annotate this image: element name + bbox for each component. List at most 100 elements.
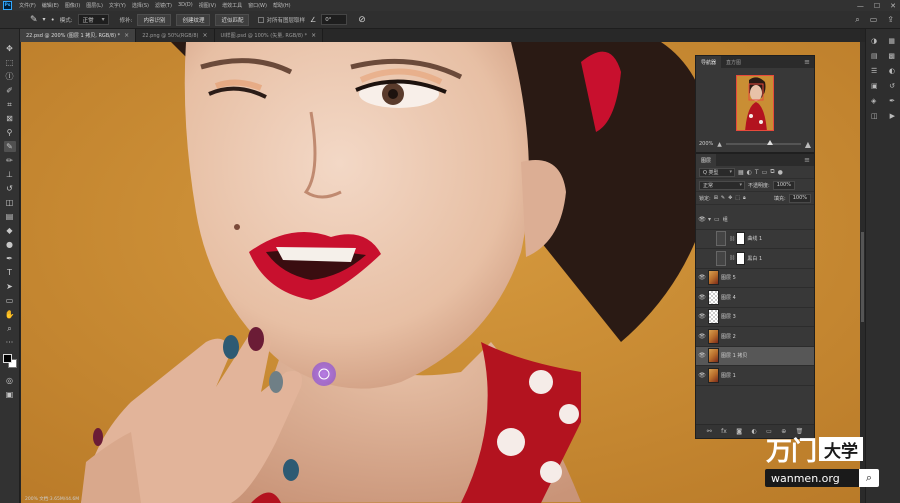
- frame-icon[interactable]: ⊠: [4, 113, 16, 124]
- zoom-slider[interactable]: [725, 140, 801, 145]
- type-icon[interactable]: T: [4, 267, 16, 278]
- eye-icon[interactable]: 👁︎: [696, 352, 708, 359]
- menu-item[interactable]: 3D(D): [175, 2, 196, 9]
- chevron-down-icon[interactable]: ▾: [708, 216, 711, 223]
- chain-icon[interactable]: ⛓︎: [729, 255, 735, 261]
- menu-item[interactable]: 帮助(H): [270, 2, 294, 9]
- smart-filter-icon[interactable]: ⧉: [770, 168, 774, 176]
- minimize-icon[interactable]: —: [857, 2, 864, 10]
- history-brush-icon[interactable]: ↺: [4, 183, 16, 194]
- share-icon[interactable]: ⇪: [887, 15, 894, 25]
- eye-icon[interactable]: 👁︎: [696, 372, 708, 379]
- channels-icon[interactable]: ◈: [871, 97, 876, 105]
- patch-icon[interactable]: ✎: [3, 141, 16, 152]
- menu-item[interactable]: 视图(V): [196, 2, 219, 9]
- layer-row[interactable]: 👁︎ 图层 2: [696, 327, 814, 347]
- marquee-icon[interactable]: ⬚: [4, 57, 16, 68]
- more-icon[interactable]: ···: [4, 337, 16, 348]
- mask-icon[interactable]: ◙: [736, 428, 742, 435]
- zoom-out-icon[interactable]: ▲: [717, 141, 722, 148]
- zoom-in-icon[interactable]: ▲: [805, 140, 811, 149]
- eye-icon[interactable]: 👁︎: [696, 333, 708, 340]
- create-texture-button[interactable]: 创建纹理: [176, 13, 211, 26]
- layer-row[interactable]: 👁︎ ⛓︎ 曲线 1: [696, 230, 814, 249]
- dodge-icon[interactable]: ●: [4, 239, 16, 250]
- sample-all-layers-checkbox[interactable]: 对所有图层取样: [258, 16, 305, 24]
- panel-scrollbar-thumb[interactable]: [861, 232, 864, 322]
- type-filter-icon[interactable]: T: [755, 169, 759, 176]
- gradient-icon[interactable]: ▤: [4, 211, 16, 222]
- menu-item[interactable]: 滤镜(T): [152, 2, 175, 9]
- crop-icon[interactable]: ⌗: [4, 99, 16, 110]
- tab-layers[interactable]: 图层: [696, 154, 717, 166]
- hand-icon[interactable]: ✋: [4, 309, 16, 320]
- eye-icon[interactable]: 👁︎: [696, 274, 708, 281]
- tab-22-png[interactable]: 22.png @ 50%(RGB/8) ×: [136, 29, 215, 42]
- link-icon[interactable]: ⚯: [707, 428, 712, 435]
- menu-item[interactable]: 图层(L): [83, 2, 106, 9]
- angle-input[interactable]: 0°: [321, 14, 348, 25]
- navigator-thumbnail[interactable]: [736, 75, 774, 131]
- properties-icon[interactable]: ☰: [871, 67, 877, 75]
- proximity-match-button[interactable]: 近似匹配: [215, 13, 250, 26]
- history-icon[interactable]: ↺: [889, 82, 895, 90]
- menu-item[interactable]: 窗口(W): [245, 2, 270, 9]
- navigator-zoom-value[interactable]: 200%: [699, 141, 713, 147]
- layer-row[interactable]: 👁︎ 图层 1: [696, 366, 814, 386]
- quick-mask-icon[interactable]: ◎: [4, 375, 16, 386]
- eye-icon[interactable]: 👁︎: [696, 216, 708, 223]
- zoom-slider-knob[interactable]: [767, 140, 774, 145]
- patch-icon[interactable]: ✎: [30, 15, 38, 25]
- layer-row[interactable]: 👁︎ ▾ ▭ 组: [696, 210, 814, 230]
- foreground-color-swatch[interactable]: [2, 354, 12, 363]
- content-aware-button[interactable]: 内容识别: [137, 13, 172, 26]
- rectangle-icon[interactable]: ▭: [4, 295, 16, 306]
- close-icon[interactable]: ×: [203, 32, 208, 39]
- shape-filter-icon[interactable]: ▭: [762, 169, 768, 176]
- lock-artboard-icon[interactable]: ⬚: [735, 195, 740, 201]
- zoom-icon[interactable]: ⌕: [4, 323, 16, 334]
- menu-item[interactable]: 增效工具: [219, 2, 245, 9]
- pixel-filter-icon[interactable]: ▦: [738, 169, 744, 176]
- mode-select[interactable]: 正常: [77, 14, 109, 25]
- tab-ui-sample[interactable]: UI样图.psd @ 100% (矢量, RGB/8) * ×: [214, 29, 324, 42]
- eraser-icon[interactable]: ◫: [4, 197, 16, 208]
- lock-all-icon[interactable]: 🔒︎: [743, 195, 746, 201]
- stamp-icon[interactable]: ⊥: [4, 169, 16, 180]
- lock-paint-icon[interactable]: ✎: [721, 195, 725, 201]
- paths-icon[interactable]: ✒: [889, 97, 895, 105]
- tab-histogram[interactable]: 直方图: [721, 56, 746, 68]
- panel-menu-icon[interactable]: ≡: [804, 58, 810, 66]
- eye-icon[interactable]: 👁︎: [696, 294, 708, 301]
- layer-row[interactable]: 👁︎ 图层 3: [696, 308, 814, 327]
- filter-toggle-icon[interactable]: ●: [778, 169, 783, 176]
- close-icon[interactable]: ✕: [890, 2, 896, 10]
- tab-navigator[interactable]: 导航器: [696, 56, 722, 68]
- color-swatches[interactable]: [2, 354, 17, 368]
- pattern-icon[interactable]: ▩: [888, 52, 895, 60]
- adjustments-icon[interactable]: ◐: [889, 67, 895, 75]
- lock-pixels-icon[interactable]: ⊞: [714, 195, 718, 201]
- menu-item[interactable]: 文字(Y): [106, 2, 129, 9]
- eye-icon[interactable]: 👁︎: [696, 235, 708, 242]
- opacity-input[interactable]: 100%: [772, 180, 795, 190]
- blend-mode-select[interactable]: 正常: [699, 180, 745, 190]
- fx-icon[interactable]: fx: [721, 428, 727, 435]
- brush-icon[interactable]: ✏: [4, 155, 16, 166]
- actions-icon[interactable]: ▶: [890, 112, 895, 120]
- close-icon[interactable]: ×: [311, 32, 316, 39]
- blur-icon[interactable]: ◆: [4, 225, 16, 236]
- tab-22-psd[interactable]: 22.psd @ 200% (图层 1 拷贝, RGB/8) * ×: [20, 29, 137, 42]
- pen-icon[interactable]: ✒: [4, 253, 16, 264]
- gradient-panel-icon[interactable]: ▤: [871, 52, 878, 60]
- layer-row[interactable]: 👁︎ ⛓︎ 黑白 1: [696, 249, 814, 269]
- menu-item[interactable]: 图像(I): [62, 2, 83, 9]
- lock-move-icon[interactable]: ✥: [728, 195, 732, 201]
- layers-dock-icon[interactable]: ◫: [871, 112, 878, 120]
- color-icon[interactable]: ◑: [871, 37, 877, 45]
- chevron-down-icon[interactable]: ▾: [43, 16, 46, 23]
- layer-mask-thumbnail[interactable]: [736, 251, 746, 265]
- adjustment-icon[interactable]: ◐: [751, 428, 756, 435]
- screen-mode-icon[interactable]: ▣: [4, 389, 16, 400]
- layer-mask-thumbnail[interactable]: [736, 232, 746, 246]
